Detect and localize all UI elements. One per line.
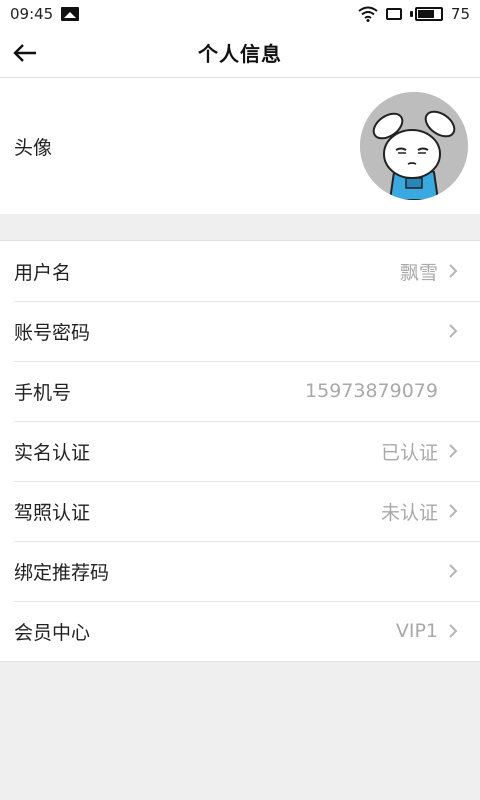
item-right: 飘雪	[400, 258, 458, 285]
list-item-driver-license-verification[interactable]: 驾照认证 未认证	[0, 481, 480, 541]
item-value: 飘雪	[399, 261, 438, 284]
item-value: 已认证	[380, 441, 438, 464]
status-left: 09:45	[10, 5, 80, 23]
item-label: 驾照认证	[14, 501, 91, 524]
screen-icon	[385, 8, 402, 20]
item-label: 绑定推荐码	[14, 561, 110, 584]
info-list: 用户名 飘雪 账号密码 手机号 15973879079 实名认证 已认证 驾照认…	[0, 240, 480, 662]
item-right: 未认证	[381, 498, 458, 525]
list-item-phone: 手机号 15973879079	[0, 361, 480, 421]
item-right	[438, 323, 458, 339]
item-label: 会员中心	[14, 621, 91, 644]
avatar-row[interactable]: 头像	[0, 78, 480, 214]
chevron-right-icon	[449, 444, 458, 458]
item-right: 已认证	[381, 438, 458, 465]
list-item-real-name-verification[interactable]: 实名认证 已认证	[0, 421, 480, 481]
item-label: 实名认证	[14, 441, 91, 464]
item-label: 手机号	[14, 381, 72, 404]
header: 个人信息	[0, 28, 480, 78]
wifi-icon	[358, 6, 378, 22]
item-value: VIP1	[395, 620, 438, 642]
list-item-account-password[interactable]: 账号密码	[0, 301, 480, 361]
list-item-username[interactable]: 用户名 飘雪	[0, 241, 480, 301]
battery-tip	[409, 11, 413, 17]
list-item-member-center[interactable]: 会员中心 VIP1	[0, 601, 480, 661]
item-label: 用户名	[14, 261, 72, 284]
chevron-right-icon	[449, 504, 458, 518]
rabbit-avatar-image	[360, 92, 468, 200]
chevron-right-icon	[449, 264, 458, 278]
list-item-bind-referral-code[interactable]: 绑定推荐码	[0, 541, 480, 601]
avatar-label: 头像	[14, 136, 53, 159]
chevron-right-icon	[449, 564, 458, 578]
item-value: 15973879079	[305, 380, 438, 402]
item-label: 账号密码	[14, 321, 91, 344]
item-right: VIP1	[396, 620, 458, 642]
status-right: 75	[358, 5, 470, 23]
item-right	[438, 563, 458, 579]
battery-level: 75	[450, 5, 470, 23]
arrow-left-icon	[13, 44, 36, 62]
back-button[interactable]	[8, 36, 42, 70]
chevron-right-icon	[449, 324, 458, 338]
gallery-notification-icon	[61, 7, 80, 21]
status-bar: 09:45 75	[0, 0, 480, 28]
page-title: 个人信息	[198, 42, 282, 66]
battery-icon	[409, 7, 443, 21]
avatar[interactable]	[360, 92, 468, 200]
item-right: 15973879079	[305, 380, 458, 402]
status-time: 09:45	[10, 5, 54, 23]
battery-body	[414, 7, 443, 21]
chevron-right-icon	[449, 624, 458, 638]
battery-fill	[417, 10, 435, 18]
item-value: 未认证	[380, 501, 438, 524]
